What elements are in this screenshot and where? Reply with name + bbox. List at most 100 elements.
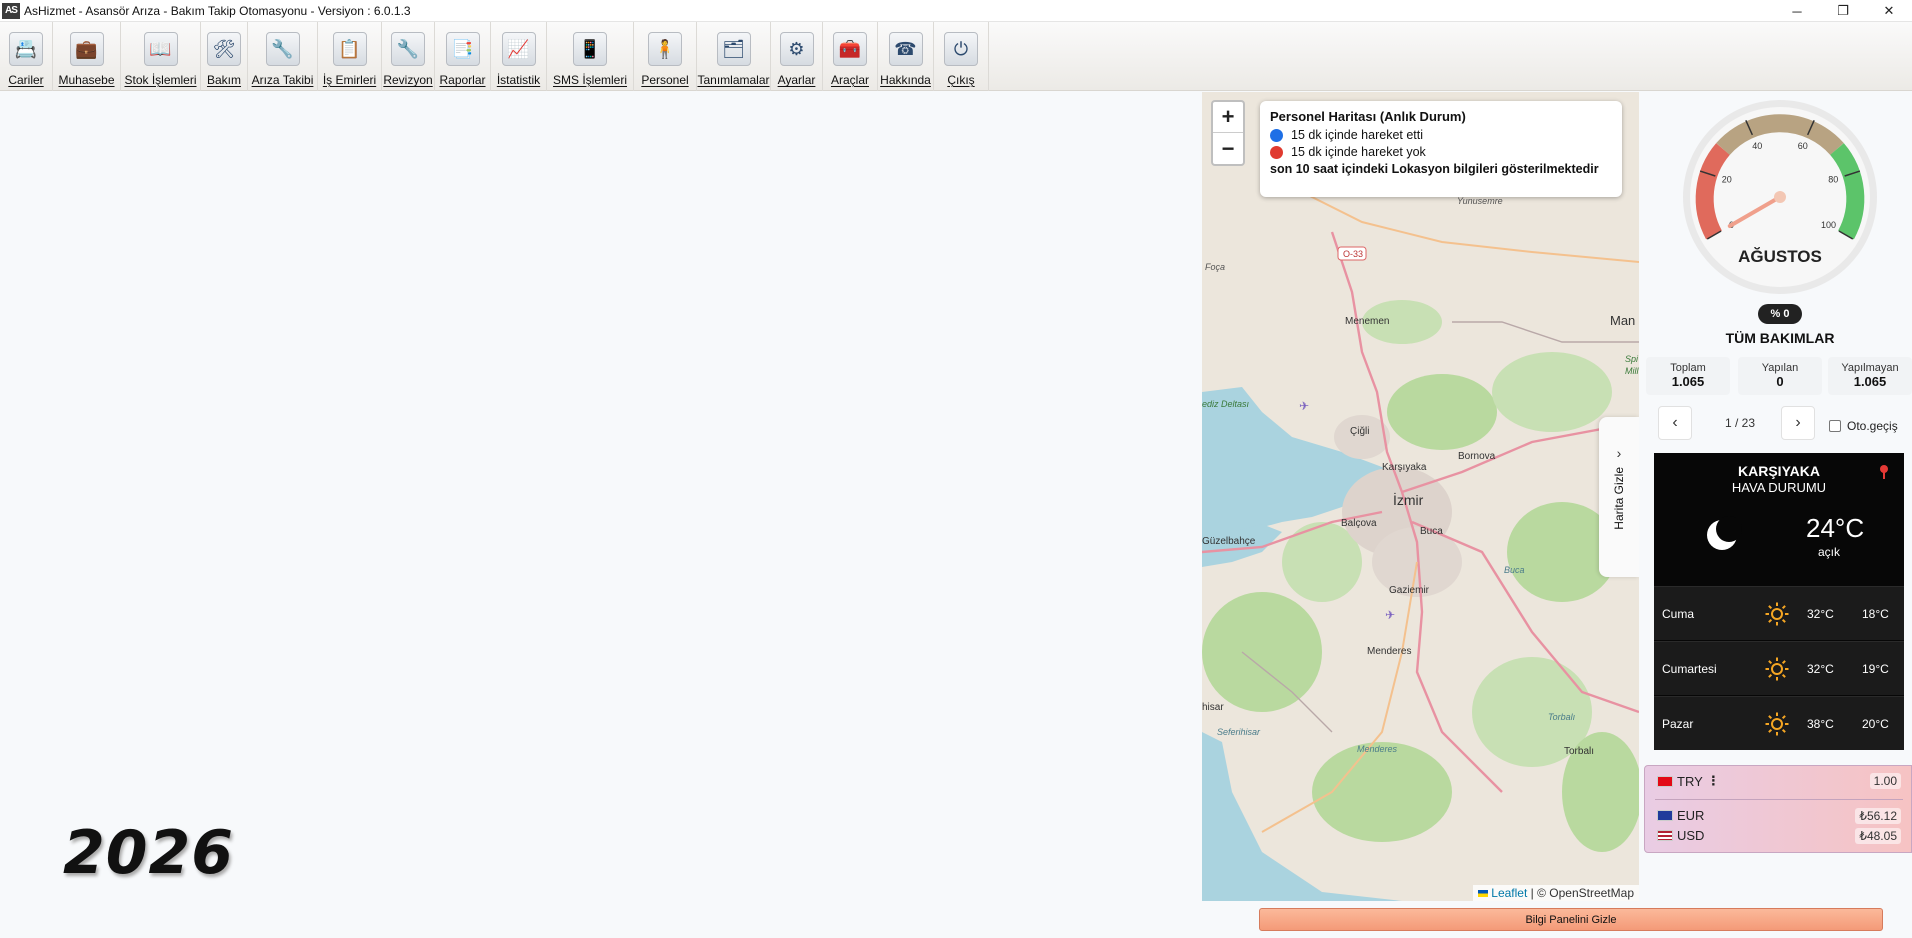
auto-advance-checkbox[interactable] <box>1829 420 1841 432</box>
gauge-dial: 020406080100 <box>1683 100 1877 294</box>
toolbar-label: Araçlar <box>830 73 869 87</box>
tools-icon: 🛠 <box>207 32 241 66</box>
turkey-flag-icon <box>1657 775 1673 787</box>
map-label-karsiyaka: Karşıyaka <box>1382 462 1427 473</box>
wrench-icon: 🔧 <box>391 32 425 66</box>
map-label-guzelbahce: Güzelbahçe <box>1202 536 1256 547</box>
stat-done-value: 0 <box>1776 374 1784 389</box>
blue-dot-icon <box>1270 128 1283 142</box>
gauge-tick-label: 40 <box>1752 141 1762 151</box>
toolbox-icon: 🧰 <box>833 32 867 66</box>
briefcase-icon: 💼 <box>69 32 104 66</box>
gears-icon: ⚙ <box>779 32 814 66</box>
power-icon: ⏻ <box>944 32 978 66</box>
forecast-row: Cumartesi 32°C 19°C <box>1654 641 1904 695</box>
minimize-button[interactable]: ─ <box>1774 0 1820 22</box>
currency-value-eur: ₺56.12 <box>1855 807 1901 824</box>
more-vertical-icon[interactable]: ⋮ <box>1707 773 1720 789</box>
restore-button[interactable]: ❐ <box>1820 0 1866 22</box>
window-title: AsHizmet - Asansör Arıza - Bakım Takip O… <box>24 3 411 18</box>
stat-total: Toplam 1.065 <box>1646 357 1730 395</box>
toolbar-button-phone[interactable]: 📱 SMS İşlemleri <box>547 22 634 91</box>
forecast-high: 38°C <box>1807 716 1834 731</box>
toolbar-label: İş Emirleri <box>322 73 377 87</box>
eu-flag-icon <box>1657 810 1673 821</box>
currency-base-code: TRY <box>1677 773 1703 789</box>
toolbar-button-briefcase[interactable]: 💼 Muhasebe <box>53 22 121 91</box>
map-label-spi: Spi <box>1625 354 1639 364</box>
maintenance-gauge: 020406080100 AĞUSTOS <box>1680 97 1880 297</box>
hide-info-panel-button[interactable]: Bilgi Panelini Gizle <box>1259 908 1883 931</box>
map-label-bornova: Bornova <box>1458 451 1496 462</box>
weather-widget: KARŞIYAKA HAVA DURUMU 24°C açık Cuma 32°C… <box>1654 453 1904 750</box>
map-label-balcova: Balçova <box>1341 518 1377 529</box>
location-pin-icon[interactable] <box>1880 465 1888 479</box>
app-logo: AS <box>2 2 20 19</box>
hide-map-button[interactable]: › Harita Gizle <box>1599 417 1639 577</box>
toolbar-label: SMS İşlemleri <box>553 73 628 87</box>
toolbar-button-telephone[interactable]: ☎ Hakkında <box>878 22 934 91</box>
hide-map-label: Harita Gizle <box>1612 467 1626 530</box>
forecast-high: 32°C <box>1807 606 1834 621</box>
map-label-seferihisar: Seferihisar <box>1217 727 1261 737</box>
legend-note: son 10 saat içindeki Lokasyon bilgileri … <box>1270 162 1599 176</box>
reports-icon: 📑 <box>445 32 480 66</box>
gauge-tick-label: 100 <box>1821 220 1836 230</box>
forecast-day: Cuma <box>1662 606 1695 621</box>
ukraine-flag-icon <box>1478 890 1489 897</box>
person-icon: 🧍 <box>648 32 682 66</box>
map-zoom-control: + − <box>1211 100 1245 166</box>
weather-city: KARŞIYAKA <box>1738 463 1820 479</box>
map-label-cigli: Çiğli <box>1350 426 1369 437</box>
telephone-icon: ☎ <box>888 32 923 66</box>
phone-icon: 📱 <box>573 32 607 66</box>
close-button[interactable]: ✕ <box>1866 0 1912 22</box>
legend-moved-label: 15 dk içinde hareket etti <box>1291 128 1424 142</box>
toolbar-button-toolbox[interactable]: 🧰 Araçlar <box>823 22 878 91</box>
toolbar-button-chart[interactable]: 📈 İstatistik <box>491 22 547 91</box>
year-label: 2026 <box>63 818 234 888</box>
toolbar-label: Çıkış <box>947 73 975 87</box>
toolbar-label: Ayarlar <box>777 73 816 87</box>
currency-code-eur: EUR <box>1677 808 1705 823</box>
toolbar-button-tools[interactable]: 🛠 Bakım <box>201 22 248 91</box>
personnel-map[interactable]: ✈ ✈ Yunusemre O-33 Foça Menemen Man Spi … <box>1202 92 1639 901</box>
red-dot-icon <box>1270 145 1283 159</box>
currency-base-row: TRY ⋮ 1.00 <box>1657 773 1901 789</box>
prev-page-button[interactable]: ‹ <box>1658 406 1692 440</box>
toolbar-button-book[interactable]: 📖 Stok İşlemleri <box>121 22 201 91</box>
toolbar-button-person[interactable]: 🧍 Personel <box>634 22 697 91</box>
toolbar-button-wrench-screwdriver[interactable]: 🔧 Arıza Takibi <box>248 22 318 91</box>
currency-divider <box>1655 799 1903 800</box>
map-label-hisar: hisar <box>1202 702 1224 713</box>
toolbar-label: Bakım <box>207 73 242 87</box>
toolbar-label: Cariler <box>8 73 44 87</box>
leaflet-link[interactable]: Leaflet <box>1491 886 1527 900</box>
toolbar-label: İstatistik <box>496 73 541 87</box>
auto-advance-toggle[interactable]: Oto.geçiş <box>1829 419 1898 433</box>
book-icon: 📖 <box>143 32 178 66</box>
toolbar-label: Hakkında <box>880 73 931 87</box>
toolbar-button-document[interactable]: 📋 İş Emirleri <box>318 22 382 91</box>
address-book-icon: 📇 <box>9 32 43 66</box>
stat-total-value: 1.065 <box>1671 374 1705 389</box>
toolbar-button-address-book[interactable]: 📇 Cariler <box>0 22 53 91</box>
toolbar-button-wrench[interactable]: 🔧 Revizyon <box>382 22 435 91</box>
zoom-in-button[interactable]: + <box>1213 102 1243 133</box>
next-page-button[interactable]: › <box>1781 406 1815 440</box>
us-flag-icon <box>1657 830 1673 841</box>
stat-undone: Yapılmayan 1.065 <box>1828 357 1912 395</box>
toolbar-label: Tanımlamalar <box>697 73 770 87</box>
toolbar-button-power[interactable]: ⏻ Çıkış <box>934 22 989 91</box>
toolbar-button-definitions[interactable]: 🗂 Tanımlamalar <box>697 22 771 91</box>
toolbar-button-reports[interactable]: 📑 Raporlar <box>435 22 491 91</box>
zoom-out-button[interactable]: − <box>1213 133 1243 164</box>
currency-base-value: 1.00 <box>1869 773 1901 789</box>
toolbar-button-gears[interactable]: ⚙ Ayarlar <box>771 22 823 91</box>
stat-undone-value: 1.065 <box>1853 374 1887 389</box>
all-maintenance-title: TÜM BAKIMLAR <box>1725 330 1835 346</box>
wrench-screwdriver-icon: 🔧 <box>265 32 300 66</box>
document-icon: 📋 <box>332 32 367 66</box>
sun-icon <box>1764 711 1790 740</box>
weather-temp: 24°C <box>1806 513 1865 543</box>
